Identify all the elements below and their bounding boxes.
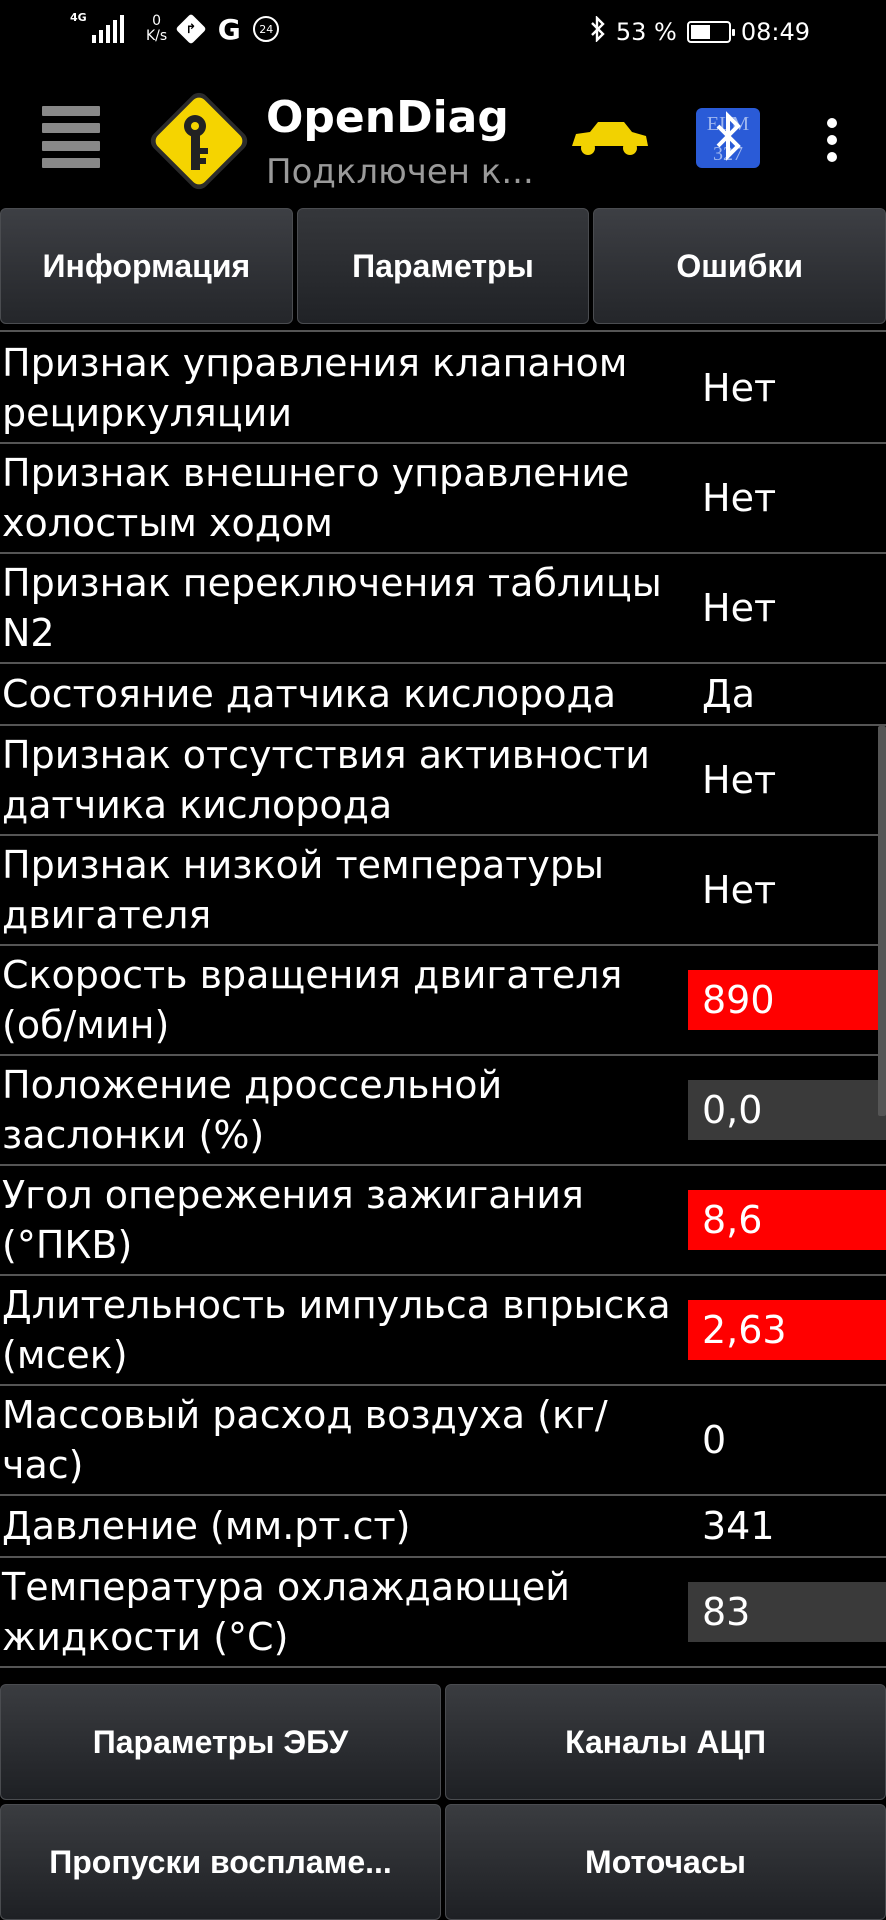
bluetooth-status-icon [590, 15, 606, 48]
param-value: 2,63 [688, 1300, 886, 1360]
table-row[interactable]: Признак переключения таблицы N2 Нет [0, 554, 886, 664]
table-row[interactable]: Давление (мм.рт.ст) 341 [0, 1496, 886, 1558]
param-value: Да [702, 672, 755, 716]
app-logo-key-icon [150, 92, 248, 190]
overflow-menu-icon[interactable] [822, 118, 842, 162]
param-label: Признак внешнего управление холостым ход… [2, 451, 630, 545]
scrollbar[interactable] [878, 726, 886, 1116]
tab-information[interactable]: Информация [0, 208, 293, 324]
table-row[interactable]: Признак отсутствия активности датчика ки… [0, 726, 886, 836]
table-row[interactable]: Состояние датчика кислорода Да [0, 664, 886, 726]
badge-24-icon: 24 [253, 16, 280, 42]
param-label: Давление (мм.рт.ст) [2, 1504, 411, 1548]
net-speed-unit: K/s [146, 28, 168, 44]
tab-bar: Информация Параметры Ошибки [0, 208, 886, 326]
param-label: Температура охлаждающей жидкости (°С) [2, 1565, 570, 1659]
param-value: 83 [688, 1582, 886, 1642]
param-label: Положение дроссельной заслонки (%) [2, 1063, 503, 1157]
table-row[interactable]: Скорость вращения двигателя (об/мин) 890 [0, 946, 886, 1056]
table-row[interactable]: Массовый расход воздуха (кг/час) 0 [0, 1386, 886, 1496]
clock: 08:49 [740, 18, 810, 46]
param-label: Признак переключения таблицы N2 [2, 561, 662, 655]
param-label: Массовый расход воздуха (кг/час) [2, 1393, 608, 1487]
app-bar: OpenDiag Подключен к... ELM 327 [0, 70, 886, 208]
param-label: Признак отсутствия активности датчика ки… [2, 733, 651, 827]
elm327-bluetooth-icon[interactable]: ELM 327 [694, 106, 762, 170]
param-value: 890 [688, 970, 886, 1030]
tab-parameters[interactable]: Параметры [296, 208, 590, 324]
table-row[interactable]: Признак низкой температуры двигателя Нет [0, 836, 886, 946]
ecu-parameters-button[interactable]: Параметры ЭБУ [0, 1684, 441, 1800]
connection-status: Подключен к... [266, 152, 534, 192]
tab-errors[interactable]: Ошибки [593, 208, 886, 324]
table-row[interactable]: Угол опережения зажигания (°ПКВ) 8,6 [0, 1166, 886, 1276]
param-label: Признак управления клапаном рециркуляции [2, 341, 628, 435]
battery-icon [686, 21, 735, 43]
net-speed: 0 K/s [146, 14, 167, 44]
table-row[interactable]: Положение дроссельной заслонки (%) 0,0 [0, 1056, 886, 1166]
battery-percent: 53 % [615, 18, 677, 46]
table-row[interactable]: Температура охлаждающей жидкости (°С) 83 [0, 1558, 886, 1668]
param-value: Нет [702, 366, 777, 410]
engine-hours-button[interactable]: Моточасы [445, 1804, 886, 1920]
param-value: Нет [702, 586, 777, 630]
adc-channels-button[interactable]: Каналы АЦП [445, 1684, 886, 1800]
net-speed-value: 0 [152, 13, 162, 29]
param-value: 341 [702, 1504, 775, 1548]
app-title: OpenDiag [266, 92, 509, 143]
table-row[interactable]: Длительность импульса впрыска (мсек) 2,63 [0, 1276, 886, 1386]
param-value: 8,6 [688, 1190, 886, 1250]
param-label: Угол опережения зажигания (°ПКВ) [2, 1173, 584, 1267]
param-value: Нет [702, 758, 777, 802]
misfires-button[interactable]: Пропуски воспламе... [0, 1804, 441, 1920]
navigation-diamond-icon: ↱ [175, 13, 207, 45]
google-icon: G [217, 12, 241, 46]
param-label: Скорость вращения двигателя (об/мин) [2, 953, 623, 1047]
tab-divider [0, 330, 886, 332]
param-label: Состояние датчика кислорода [2, 672, 617, 716]
car-icon[interactable] [568, 118, 652, 158]
table-row[interactable]: Признак управления клапаном рециркуляции… [0, 334, 886, 444]
param-value: Нет [702, 476, 777, 520]
table-row[interactable]: Признак внешнего управление холостым ход… [0, 444, 886, 554]
status-bar: 4G 0 K/s ↱ G 24 53 % 08:49 [0, 0, 886, 70]
signal-icon: 4G [70, 11, 124, 43]
bottom-button-grid: Параметры ЭБУ Каналы АЦП Пропуски воспла… [0, 1684, 886, 1920]
parameter-list[interactable]: Признак управления клапаном рециркуляции… [0, 334, 886, 1684]
param-value: 0,0 [688, 1080, 886, 1140]
menu-icon[interactable] [42, 106, 100, 168]
status-right: 53 % 08:49 [590, 15, 810, 48]
param-label: Длительность импульса впрыска (мсек) [2, 1283, 671, 1377]
param-value: Нет [702, 868, 777, 912]
param-label: Признак низкой температуры двигателя [2, 843, 605, 937]
status-left: 4G 0 K/s ↱ G 24 [70, 11, 280, 46]
param-value: 0 [702, 1418, 727, 1462]
network-type: 4G [70, 11, 87, 24]
